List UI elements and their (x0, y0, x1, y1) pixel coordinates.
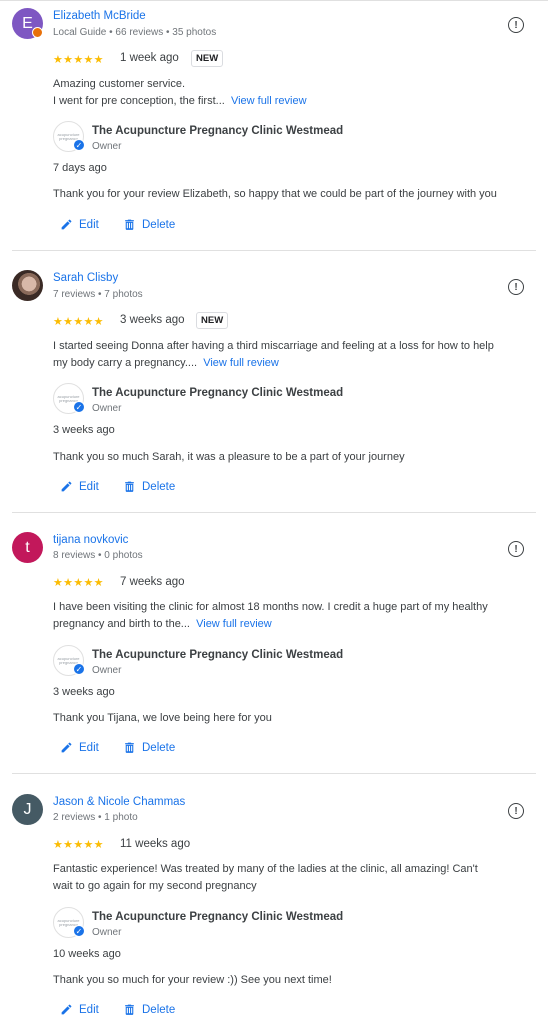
review-text-line: I went for pre conception, the first... … (53, 93, 538, 110)
verified-check-icon: ✓ (73, 139, 85, 151)
review-text-truncated: pregnancy and birth to the... (53, 618, 190, 630)
review-text-line: pregnancy and birth to the... View full … (53, 616, 538, 633)
review-text: I started seeing Donna after having a th… (53, 338, 538, 372)
reviewer-meta: 2 reviews • 1 photo (53, 812, 138, 823)
view-full-review-link[interactable]: View full review (203, 357, 279, 369)
delete-label: Delete (142, 1003, 176, 1016)
business-name: The Acupuncture Pregnancy Clinic Westmea… (92, 387, 344, 399)
review-text: Amazing customer service. I went for pre… (53, 76, 538, 110)
star-rating: ★★★★★ (53, 839, 104, 851)
owner-label: Owner (92, 927, 122, 938)
new-badge: NEW (191, 50, 224, 67)
review-text-line: Amazing customer service. (53, 78, 186, 90)
edit-button[interactable]: Edit (60, 1003, 99, 1016)
star-rating: ★★★★★ (53, 577, 104, 589)
business-name: The Acupuncture Pregnancy Clinic Westmea… (92, 911, 344, 923)
review-text-line: wait to go again for my second pregnancy (53, 880, 257, 892)
review-text: Fantastic experience! Was treated by man… (53, 861, 538, 895)
new-badge: NEW (196, 312, 229, 329)
review-time: 11 weeks ago (120, 838, 191, 850)
review-text-line: I started seeing Donna after having a th… (53, 340, 494, 352)
edit-button[interactable]: Edit (60, 218, 99, 231)
reviewer-name[interactable]: Elizabeth McBride (53, 10, 146, 22)
owner-reply-text: Thank you Tijana, we love being here for… (53, 712, 272, 724)
owner-reply-text: Thank you for your review Elizabeth, so … (53, 188, 497, 200)
edit-label: Edit (79, 741, 99, 754)
reviewer-avatar[interactable]: J (12, 794, 43, 825)
trash-icon (125, 742, 134, 753)
delete-button[interactable]: Delete (123, 480, 175, 493)
edit-label: Edit (79, 480, 99, 493)
report-flag-icon[interactable]: ! (508, 17, 524, 33)
review-divider (12, 250, 536, 251)
owner-label: Owner (92, 141, 122, 152)
review-time: 3 weeks ago (120, 314, 185, 326)
owner-reply-text: Thank you so much for your review :)) Se… (53, 974, 332, 986)
review-time: 7 weeks ago (120, 576, 185, 588)
review-text-line: Fantastic experience! Was treated by man… (53, 863, 478, 875)
report-flag-icon[interactable]: ! (508, 803, 524, 819)
edit-label: Edit (79, 218, 99, 231)
business-name: The Acupuncture Pregnancy Clinic Westmea… (92, 125, 344, 137)
reviewer-name[interactable]: tijana novkovic (53, 534, 128, 546)
delete-label: Delete (142, 480, 176, 493)
edit-button[interactable]: Edit (60, 480, 99, 493)
pencil-icon (61, 481, 72, 492)
verified-check-icon: ✓ (73, 401, 85, 413)
reviewer-meta: 8 reviews • 0 photos (53, 550, 143, 561)
report-flag-icon[interactable]: ! (508, 279, 524, 295)
verified-check-icon: ✓ (73, 663, 85, 675)
delete-button[interactable]: Delete (123, 741, 175, 754)
reply-time: 3 weeks ago (53, 686, 115, 698)
reviewer-name[interactable]: Sarah Clisby (53, 272, 118, 284)
review-time: 1 week ago (120, 52, 179, 64)
report-flag-icon[interactable]: ! (508, 541, 524, 557)
review-text-truncated: my body carry a pregnancy.... (53, 357, 198, 369)
delete-button[interactable]: Delete (123, 1003, 175, 1016)
pencil-icon (61, 742, 72, 753)
reply-time: 3 weeks ago (53, 424, 115, 436)
review-divider (12, 512, 536, 513)
view-full-review-link[interactable]: View full review (196, 618, 272, 630)
verified-check-icon: ✓ (73, 925, 85, 937)
reviewer-avatar[interactable] (12, 270, 43, 301)
delete-button[interactable]: Delete (123, 218, 175, 231)
owner-reply-text: Thank you so much Sarah, it was a pleasu… (53, 451, 405, 463)
pencil-icon (61, 1004, 72, 1015)
review-text-line: I have been visiting the clinic for almo… (53, 601, 488, 613)
reply-time: 7 days ago (53, 162, 107, 174)
owner-label: Owner (92, 665, 122, 676)
trash-icon (125, 219, 134, 230)
delete-label: Delete (142, 218, 176, 231)
local-guide-badge-icon (32, 27, 43, 38)
star-rating: ★★★★★ (53, 316, 104, 328)
edit-button[interactable]: Edit (60, 741, 99, 754)
view-full-review-link[interactable]: View full review (231, 95, 307, 107)
reviewer-meta: 7 reviews • 7 photos (53, 289, 143, 300)
edit-label: Edit (79, 1003, 99, 1016)
trash-icon (125, 481, 134, 492)
owner-label: Owner (92, 403, 122, 414)
reviewer-avatar[interactable]: t (12, 532, 43, 563)
reply-time: 10 weeks ago (53, 948, 121, 960)
pencil-icon (61, 219, 72, 230)
review-divider (12, 773, 536, 774)
business-name: The Acupuncture Pregnancy Clinic Westmea… (92, 649, 344, 661)
reviewer-meta: Local Guide • 66 reviews • 35 photos (53, 27, 217, 38)
review-text-truncated: I went for pre conception, the first... (53, 95, 225, 107)
review-text: I have been visiting the clinic for almo… (53, 599, 538, 633)
review-text-line: my body carry a pregnancy.... View full … (53, 355, 538, 372)
top-border (0, 0, 548, 1)
delete-label: Delete (142, 741, 176, 754)
trash-icon (125, 1004, 134, 1015)
star-rating: ★★★★★ (53, 54, 104, 66)
reviewer-name[interactable]: Jason & Nicole Chammas (53, 796, 185, 808)
